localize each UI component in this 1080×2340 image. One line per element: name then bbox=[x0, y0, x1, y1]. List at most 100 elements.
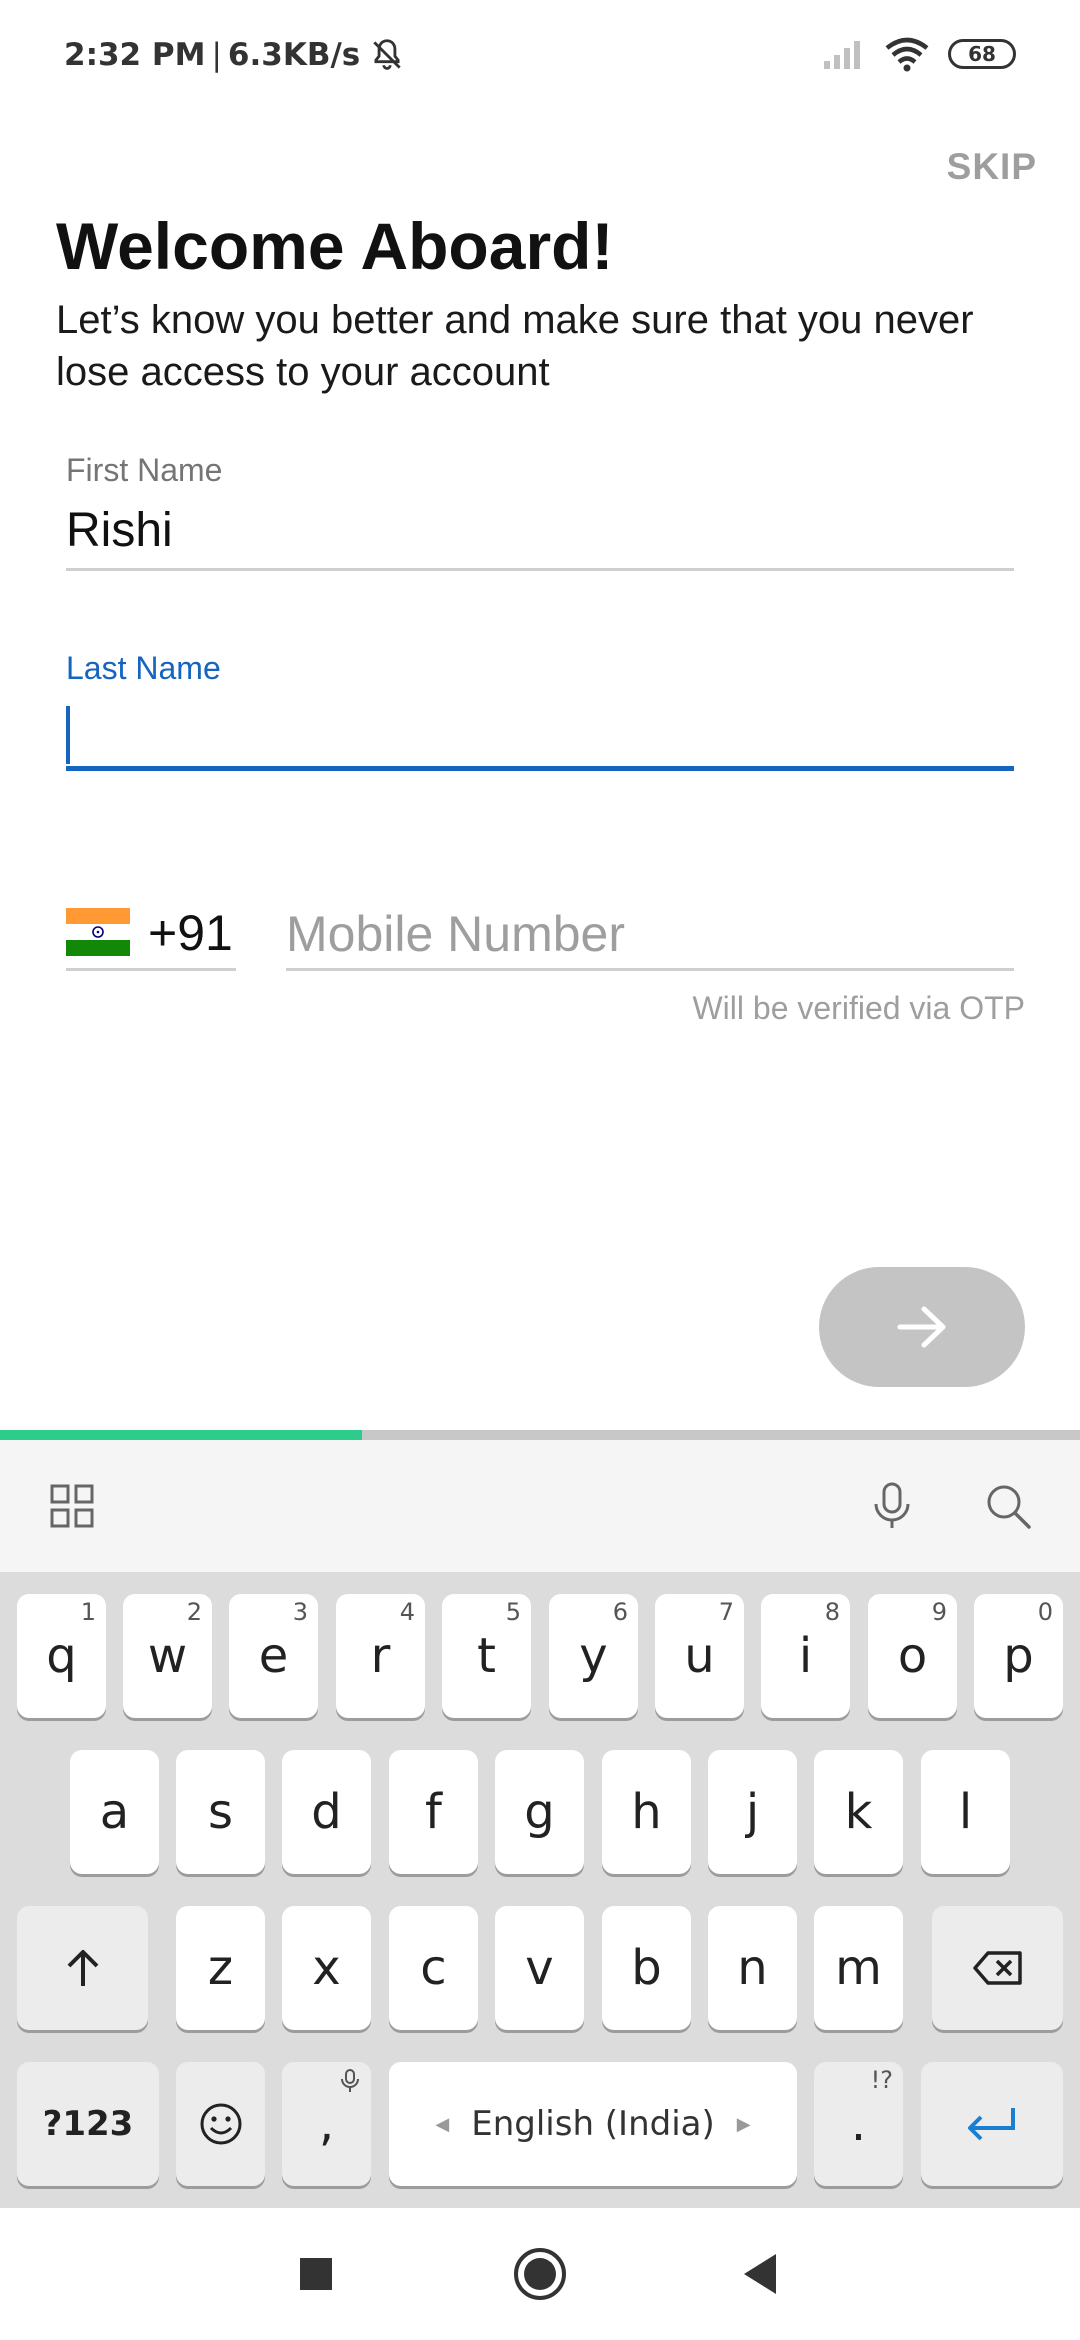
ashoka-chakra-icon bbox=[92, 926, 104, 938]
status-time: 2:32 PM bbox=[64, 37, 206, 73]
keyboard-toolbar bbox=[0, 1440, 1080, 1572]
microphone-icon[interactable] bbox=[864, 1478, 920, 1534]
grid-icon[interactable] bbox=[44, 1478, 100, 1534]
shift-arrow-icon bbox=[67, 1950, 98, 1986]
flag-green-band bbox=[66, 940, 130, 956]
key-g[interactable]: g bbox=[495, 1750, 584, 1874]
key-z[interactable]: z bbox=[176, 1906, 265, 2030]
period-hint: !? bbox=[870, 2066, 893, 2094]
key-label: r bbox=[370, 1628, 391, 1684]
back-icon[interactable] bbox=[740, 2244, 780, 2304]
flag-saffron-band bbox=[66, 908, 130, 924]
search-icon[interactable] bbox=[980, 1478, 1036, 1534]
network-speed: 6.3KB/s bbox=[227, 37, 361, 73]
enter-key[interactable] bbox=[921, 2062, 1063, 2186]
key-hint: 5 bbox=[505, 1598, 521, 1626]
key-s[interactable]: s bbox=[176, 1750, 265, 1874]
key-t[interactable]: t5 bbox=[442, 1594, 531, 1718]
key-d[interactable]: d bbox=[282, 1750, 371, 1874]
key-hint: 0 bbox=[1037, 1598, 1053, 1626]
text-cursor bbox=[66, 706, 70, 764]
flag-white-band bbox=[66, 924, 130, 940]
key-p[interactable]: p0 bbox=[974, 1594, 1063, 1718]
first-name-input[interactable]: Rishi bbox=[66, 503, 1014, 563]
battery-indicator: 68 bbox=[948, 39, 1016, 69]
wifi-icon bbox=[885, 37, 929, 72]
key-a[interactable]: a bbox=[70, 1750, 159, 1874]
mobile-number-underline bbox=[286, 968, 1014, 971]
first-name-underline bbox=[66, 568, 1014, 571]
next-button[interactable] bbox=[819, 1267, 1025, 1387]
key-label: y bbox=[579, 1628, 608, 1684]
key-hint: 7 bbox=[718, 1598, 734, 1626]
comma-label: , bbox=[318, 2096, 335, 2152]
period-key[interactable]: . !? bbox=[814, 2062, 903, 2186]
country-code[interactable]: +91 bbox=[148, 904, 233, 962]
page-title: Welcome Aboard! bbox=[56, 209, 614, 283]
language-left-icon: ◀ bbox=[435, 2113, 450, 2135]
key-label: t bbox=[477, 1628, 496, 1684]
key-label: e bbox=[258, 1628, 289, 1684]
recent-apps-icon[interactable] bbox=[296, 2244, 336, 2304]
last-name-field[interactable]: Last Name bbox=[66, 650, 1014, 771]
key-j[interactable]: j bbox=[708, 1750, 797, 1874]
mobile-number-input[interactable] bbox=[286, 900, 1014, 968]
space-label: ◀ English (India) ▶ bbox=[435, 2104, 750, 2144]
last-name-input[interactable] bbox=[66, 701, 1014, 761]
keyboard: q1 w2 e3 r4 t5 y6 u7 i8 o9 p0 a s d f g … bbox=[0, 1572, 1080, 2208]
arrow-right-icon bbox=[897, 1306, 946, 1348]
key-v[interactable]: v bbox=[495, 1906, 584, 2030]
key-w[interactable]: w2 bbox=[123, 1594, 212, 1718]
key-m[interactable]: m bbox=[814, 1906, 903, 2030]
key-hint: 3 bbox=[292, 1598, 308, 1626]
first-name-field[interactable]: First Name Rishi bbox=[66, 452, 1014, 571]
enter-arrow-icon bbox=[968, 2108, 1015, 2141]
backspace-key[interactable] bbox=[932, 1906, 1063, 2030]
key-c[interactable]: c bbox=[389, 1906, 478, 2030]
key-label: q bbox=[46, 1628, 77, 1684]
key-o[interactable]: o9 bbox=[868, 1594, 957, 1718]
key-f[interactable]: f bbox=[389, 1750, 478, 1874]
key-k[interactable]: k bbox=[814, 1750, 903, 1874]
signal-icon bbox=[824, 41, 860, 69]
symbols-key[interactable]: ?123 bbox=[17, 2062, 159, 2186]
language-right-icon: ▶ bbox=[736, 2113, 751, 2135]
key-label: u bbox=[684, 1628, 715, 1684]
key-x[interactable]: x bbox=[282, 1906, 371, 2030]
key-label: o bbox=[897, 1628, 928, 1684]
key-i[interactable]: i8 bbox=[761, 1594, 850, 1718]
key-u[interactable]: u7 bbox=[655, 1594, 744, 1718]
key-n[interactable]: n bbox=[708, 1906, 797, 2030]
comma-key[interactable]: , bbox=[282, 2062, 371, 2186]
language-name: English (India) bbox=[471, 2104, 715, 2144]
skip-button[interactable]: SKIP bbox=[947, 146, 1037, 188]
key-hint: 1 bbox=[80, 1598, 96, 1626]
space-key[interactable]: ◀ English (India) ▶ bbox=[389, 2062, 797, 2186]
last-name-label: Last Name bbox=[66, 650, 221, 686]
key-hint: 9 bbox=[931, 1598, 947, 1626]
mic-hint-icon bbox=[341, 2069, 359, 2092]
progress-bar bbox=[0, 1430, 1080, 1440]
key-e[interactable]: e3 bbox=[229, 1594, 318, 1718]
period-label: . bbox=[850, 2096, 867, 2152]
page-subtitle: Let’s know you better and make sure that… bbox=[56, 298, 974, 394]
key-r[interactable]: r4 bbox=[336, 1594, 425, 1718]
key-hint: 8 bbox=[824, 1598, 840, 1626]
emoji-icon bbox=[200, 2103, 241, 2145]
key-h[interactable]: h bbox=[602, 1750, 691, 1874]
home-icon[interactable] bbox=[512, 2244, 568, 2304]
status-separator: | bbox=[211, 37, 222, 73]
key-q[interactable]: q1 bbox=[17, 1594, 106, 1718]
india-flag-icon[interactable] bbox=[66, 908, 130, 956]
phone-row: +91 bbox=[66, 900, 1014, 971]
key-hint: 2 bbox=[186, 1598, 202, 1626]
key-l[interactable]: l bbox=[921, 1750, 1010, 1874]
key-b[interactable]: b bbox=[602, 1906, 691, 2030]
notifications-off-icon bbox=[373, 39, 401, 70]
key-y[interactable]: y6 bbox=[549, 1594, 638, 1718]
last-name-underline bbox=[66, 766, 1014, 771]
country-code-underline bbox=[66, 968, 236, 971]
emoji-key[interactable] bbox=[176, 2062, 265, 2186]
shift-key[interactable] bbox=[17, 1906, 148, 2030]
first-name-label: First Name bbox=[66, 452, 223, 488]
